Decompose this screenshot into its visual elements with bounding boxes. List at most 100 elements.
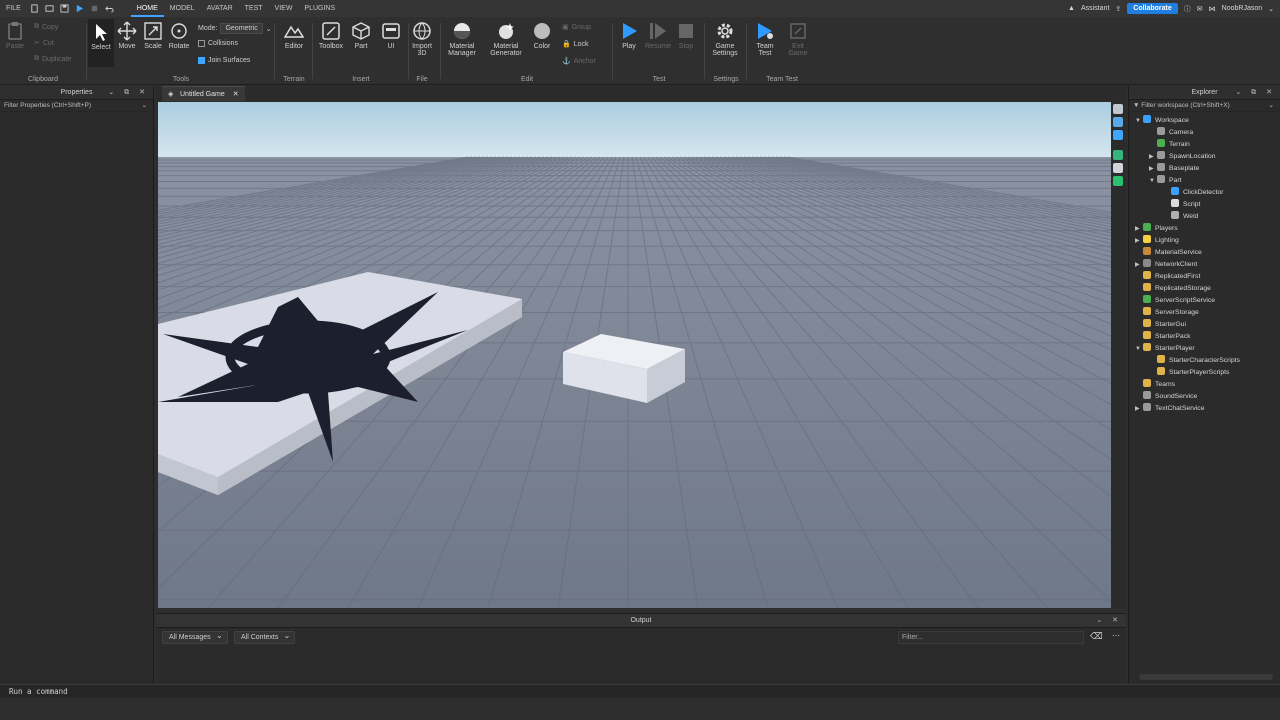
tab-view[interactable]: VIEW bbox=[269, 0, 299, 17]
collisions-checkbox[interactable] bbox=[198, 40, 205, 47]
help-icon[interactable]: ⓘ bbox=[1184, 4, 1191, 14]
explorer-item-players[interactable]: ▶ Players bbox=[1135, 223, 1178, 235]
explorer-item-networkclient[interactable]: ▶ NetworkClient bbox=[1135, 259, 1197, 271]
resume-button[interactable]: Resume bbox=[643, 21, 673, 50]
collaborate-button[interactable]: Collaborate bbox=[1127, 3, 1178, 14]
help-circle-icon[interactable] bbox=[1113, 150, 1123, 160]
quick-play-icon[interactable] bbox=[75, 4, 84, 13]
output-filter-input[interactable]: Filter... bbox=[898, 631, 1084, 644]
part-button[interactable]: Part bbox=[346, 21, 376, 50]
explorer-item-teams[interactable]: Teams bbox=[1135, 379, 1175, 391]
panel-controls[interactable]: ⌄ ⧉ ✕ bbox=[1235, 86, 1276, 100]
collisions-toggle[interactable]: Collisions bbox=[198, 40, 238, 47]
all-messages-dropdown[interactable]: All Messages bbox=[162, 630, 228, 644]
chevron-down-icon[interactable]: ⌄ bbox=[1269, 100, 1274, 112]
paste-button[interactable]: Paste bbox=[4, 21, 26, 50]
import-3d-button[interactable]: Import 3D bbox=[407, 21, 437, 57]
expand-arrow-icon[interactable]: ▼ bbox=[1135, 343, 1143, 355]
explorer-item-baseplate[interactable]: ▶ Baseplate bbox=[1149, 163, 1199, 175]
scale-button[interactable]: Scale bbox=[140, 21, 166, 50]
mode-select[interactable]: Mode: Geometric ⌄ bbox=[198, 23, 272, 34]
explorer-item-script[interactable]: Script bbox=[1163, 199, 1200, 211]
chevron-down-icon[interactable]: ⌄ bbox=[1268, 5, 1274, 13]
tab-avatar[interactable]: AVATAR bbox=[201, 0, 239, 17]
open-file-icon[interactable] bbox=[45, 4, 54, 13]
save-icon[interactable] bbox=[60, 4, 69, 13]
material-generator-button[interactable]: Material Generator bbox=[488, 21, 524, 57]
explorer-item-camera[interactable]: Camera bbox=[1149, 127, 1193, 139]
duplicate-button[interactable]: ⧉ Duplicate bbox=[34, 55, 71, 63]
panel-controls[interactable]: ⌄ ⧉ ✕ bbox=[108, 86, 149, 100]
explorer-item-part[interactable]: ▼ Part bbox=[1149, 175, 1181, 187]
tab-test[interactable]: TEST bbox=[239, 0, 269, 17]
expand-arrow-icon[interactable]: ▶ bbox=[1149, 163, 1157, 175]
share-icon[interactable]: ⇪ bbox=[1115, 5, 1121, 13]
expand-arrow-icon[interactable]: ▼ bbox=[1135, 115, 1143, 127]
explorer-item-lighting[interactable]: ▶ Lighting bbox=[1135, 235, 1179, 247]
tab-untitled-game[interactable]: ◈ Untitled Game ✕ bbox=[162, 86, 245, 101]
explorer-item-startergui[interactable]: StarterGui bbox=[1135, 319, 1186, 331]
zoom-in-icon[interactable] bbox=[1113, 117, 1123, 127]
assistant-button[interactable]: Assistant bbox=[1081, 5, 1109, 12]
new-file-icon[interactable] bbox=[30, 4, 39, 13]
terrain-editor-button[interactable]: Editor bbox=[279, 21, 309, 50]
toolbox-button[interactable]: Toolbox bbox=[316, 21, 346, 50]
close-icon[interactable]: ✕ bbox=[233, 91, 239, 98]
explorer-item-spawnlocation[interactable]: ▶ SpawnLocation bbox=[1149, 151, 1215, 163]
cut-button[interactable]: ✂ Cut bbox=[34, 39, 54, 48]
stop-button[interactable]: Stop bbox=[671, 21, 701, 50]
tab-plugins[interactable]: PLUGINS bbox=[298, 0, 341, 17]
team-icon[interactable] bbox=[1113, 176, 1123, 186]
command-bar-input[interactable]: Run a command bbox=[0, 684, 1280, 698]
3d-viewport[interactable] bbox=[158, 102, 1111, 608]
notifications-icon[interactable]: ✉ bbox=[1197, 5, 1203, 13]
anchor-button[interactable]: ⚓ Anchor bbox=[562, 57, 596, 66]
explorer-item-workspace[interactable]: ▼ Workspace bbox=[1135, 115, 1189, 127]
more-options-icon[interactable]: ⋯ bbox=[1112, 631, 1120, 640]
color-button[interactable]: Color bbox=[528, 21, 556, 50]
select-button[interactable]: Select bbox=[88, 19, 114, 67]
mode-value[interactable]: Geometric bbox=[220, 23, 263, 34]
chat-icon[interactable] bbox=[1113, 163, 1123, 173]
expand-arrow-icon[interactable]: ▶ bbox=[1135, 223, 1143, 235]
rotate-button[interactable]: Rotate bbox=[166, 21, 192, 50]
expand-arrow-icon[interactable]: ▶ bbox=[1135, 259, 1143, 271]
file-menu[interactable]: FILE bbox=[0, 0, 27, 17]
chevron-down-icon[interactable]: ⌄ bbox=[142, 100, 147, 112]
explorer-item-weld[interactable]: Weld bbox=[1163, 211, 1198, 223]
assistant-icon[interactable]: ▲ bbox=[1068, 5, 1075, 12]
expand-arrow-icon[interactable]: ▶ bbox=[1135, 403, 1143, 415]
share-network-icon[interactable]: ⋈ bbox=[1209, 5, 1216, 13]
join-surfaces-toggle[interactable]: Join Surfaces bbox=[198, 57, 250, 64]
explorer-item-terrain[interactable]: Terrain bbox=[1149, 139, 1190, 151]
group-button[interactable]: ▣ Group bbox=[562, 23, 591, 32]
explorer-item-materialservice[interactable]: MaterialService bbox=[1135, 247, 1202, 259]
expand-arrow-icon[interactable]: ▼ bbox=[1149, 175, 1157, 187]
material-manager-button[interactable]: Material Manager bbox=[444, 21, 480, 57]
game-settings-button[interactable]: Game Settings bbox=[710, 21, 740, 57]
explorer-item-soundservice[interactable]: SoundService bbox=[1135, 391, 1197, 403]
ui-button[interactable]: UI bbox=[376, 21, 406, 50]
tab-home[interactable]: HOME bbox=[130, 0, 164, 17]
play-button[interactable]: Play bbox=[614, 21, 644, 50]
panel-controls[interactable]: ⌄ ✕ bbox=[1096, 614, 1122, 628]
explorer-item-replicatedstorage[interactable]: ReplicatedStorage bbox=[1135, 283, 1211, 295]
quick-stop-icon[interactable] bbox=[90, 4, 99, 13]
explorer-item-clickdetector[interactable]: ClickDetector bbox=[1163, 187, 1223, 199]
explorer-item-starterplayer[interactable]: ▼ StarterPlayer bbox=[1135, 343, 1195, 355]
explorer-item-starterplayerscripts[interactable]: StarterPlayerScripts bbox=[1149, 367, 1229, 379]
expand-arrow-icon[interactable]: ▶ bbox=[1149, 151, 1157, 163]
tab-model[interactable]: MODEL bbox=[164, 0, 201, 17]
fit-view-icon[interactable] bbox=[1113, 130, 1123, 140]
explorer-item-serverscriptservice[interactable]: ServerScriptService bbox=[1135, 295, 1215, 307]
undo-icon[interactable] bbox=[105, 4, 114, 13]
username[interactable]: NoobRJason bbox=[1222, 5, 1262, 12]
explorer-item-textchatservice[interactable]: ▶ TextChatService bbox=[1135, 403, 1205, 415]
all-contexts-dropdown[interactable]: All Contexts bbox=[234, 630, 296, 644]
explorer-item-serverstorage[interactable]: ServerStorage bbox=[1135, 307, 1199, 319]
clear-output-icon[interactable]: ⌫ bbox=[1090, 631, 1103, 642]
join-surfaces-checkbox[interactable] bbox=[198, 57, 205, 64]
lock-button[interactable]: 🔒 Lock bbox=[562, 40, 589, 49]
explorer-item-starterpack[interactable]: StarterPack bbox=[1135, 331, 1191, 343]
copy-button[interactable]: ⧉ Copy bbox=[34, 23, 58, 31]
